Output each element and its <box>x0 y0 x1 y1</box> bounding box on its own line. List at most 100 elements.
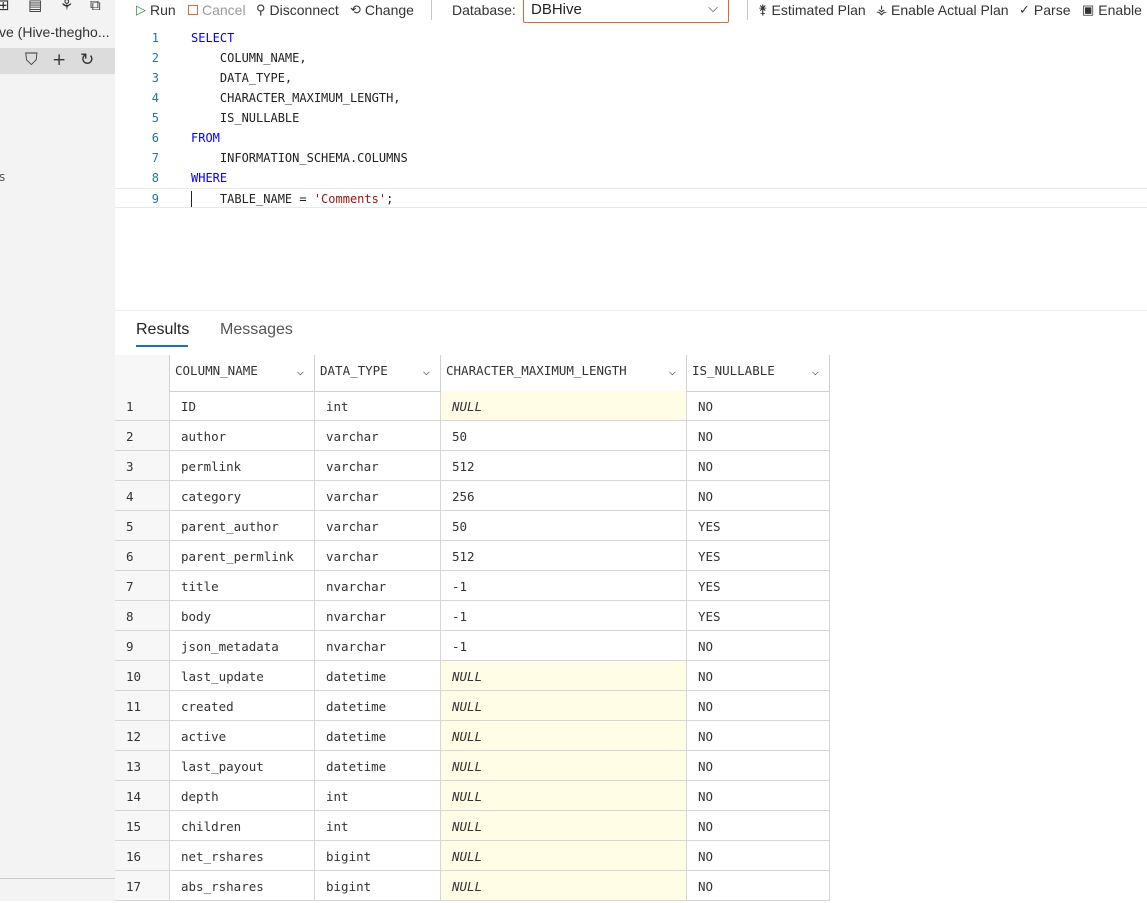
tab-results[interactable]: Results <box>136 321 189 339</box>
row-number-cell[interactable]: 15 <box>115 811 169 841</box>
table-cell[interactable]: -1 <box>440 601 686 631</box>
column-header[interactable]: COLUMN_NAME ⌵ <box>169 355 314 391</box>
table-cell[interactable]: varchar <box>314 451 440 481</box>
chevron-down-icon[interactable]: ⌵ <box>297 355 304 387</box>
row-number-cell[interactable]: 5 <box>115 511 169 541</box>
table-cell[interactable]: NULL <box>440 781 686 811</box>
table-cell[interactable]: json_metadata <box>169 631 314 661</box>
query-editor[interactable]: 1 SELECT 2 COLUMN_NAME, 3 DATA_TYPE, 4 C… <box>115 26 1147 310</box>
cancel-button[interactable]: Cancel <box>188 0 246 20</box>
table-cell[interactable]: NULL <box>440 391 686 421</box>
table-row[interactable]: 7 title nvarchar -1 YES <box>115 571 830 601</box>
chevron-down-icon[interactable]: ⌵ <box>812 355 819 387</box>
enable-button[interactable]: ▣ Enable <box>1082 0 1142 20</box>
table-cell[interactable]: -1 <box>440 631 686 661</box>
code-line[interactable]: 6 FROM <box>115 128 1147 148</box>
table-cell[interactable]: YES <box>686 601 830 631</box>
table-cell[interactable]: varchar <box>314 421 440 451</box>
table-cell[interactable]: 512 <box>440 541 686 571</box>
table-cell[interactable]: NULL <box>440 811 686 841</box>
table-row[interactable]: 12 active datetime NULL NO <box>115 721 830 751</box>
table-row[interactable]: 11 created datetime NULL NO <box>115 691 830 721</box>
row-number-cell[interactable]: 16 <box>115 841 169 871</box>
table-cell[interactable]: NULL <box>440 871 686 901</box>
table-cell[interactable]: NO <box>686 721 830 751</box>
table-row[interactable]: 5 parent_author varchar 50 YES <box>115 511 830 541</box>
table-cell[interactable]: int <box>314 391 440 421</box>
code-line[interactable]: 2 COLUMN_NAME, <box>115 48 1147 68</box>
code-line-current[interactable]: 9 TABLE_NAME = 'Comments'; <box>115 188 1147 208</box>
code-line[interactable]: 7 INFORMATION_SCHEMA.COLUMNS <box>115 148 1147 168</box>
table-cell[interactable]: created <box>169 691 314 721</box>
table-cell[interactable]: nvarchar <box>314 601 440 631</box>
table-cell[interactable]: last_payout <box>169 751 314 781</box>
table-row[interactable]: 17 abs_rshares bigint NULL NO <box>115 871 830 901</box>
table-cell[interactable]: datetime <box>314 691 440 721</box>
column-header[interactable]: IS_NULLABLE ⌵ <box>686 355 830 391</box>
row-number-cell[interactable]: 12 <box>115 721 169 751</box>
table-cell[interactable]: 50 <box>440 511 686 541</box>
table-cell[interactable]: varchar <box>314 541 440 571</box>
table-cell[interactable]: varchar <box>314 481 440 511</box>
table-cell[interactable]: parent_permlink <box>169 541 314 571</box>
table-cell[interactable]: body <box>169 601 314 631</box>
row-number-cell[interactable]: 2 <box>115 421 169 451</box>
code-line[interactable]: 4 CHARACTER_MAXIMUM_LENGTH, <box>115 88 1147 108</box>
table-cell[interactable]: NO <box>686 391 830 421</box>
new-query-icon[interactable]: ⊞ <box>0 0 10 14</box>
database-select[interactable]: DBHive ⌵ <box>523 0 729 23</box>
table-cell[interactable]: -1 <box>440 571 686 601</box>
table-cell[interactable]: NULL <box>440 691 686 721</box>
row-number-cell[interactable]: 14 <box>115 781 169 811</box>
table-cell[interactable]: NO <box>686 841 830 871</box>
table-cell[interactable]: net_rshares <box>169 841 314 871</box>
table-cell[interactable]: bigint <box>314 841 440 871</box>
table-cell[interactable]: children <box>169 811 314 841</box>
table-cell[interactable]: NO <box>686 451 830 481</box>
hierarchy-icon[interactable]: ⚘ <box>60 0 73 14</box>
table-cell[interactable]: NULL <box>440 751 686 781</box>
table-row[interactable]: 15 children int NULL NO <box>115 811 830 841</box>
row-number-cell[interactable]: 7 <box>115 571 169 601</box>
table-cell[interactable]: datetime <box>314 751 440 781</box>
table-cell[interactable]: YES <box>686 541 830 571</box>
table-cell[interactable]: active <box>169 721 314 751</box>
table-row[interactable]: 10 last_update datetime NULL NO <box>115 661 830 691</box>
table-cell[interactable]: NULL <box>440 721 686 751</box>
table-cell[interactable]: NO <box>686 871 830 901</box>
table-cell[interactable]: 50 <box>440 421 686 451</box>
refresh-icon[interactable]: ↻ <box>80 50 94 70</box>
row-number-cell[interactable]: 13 <box>115 751 169 781</box>
row-number-cell[interactable]: 11 <box>115 691 169 721</box>
table-row[interactable]: 3 permlink varchar 512 NO <box>115 451 830 481</box>
row-number-cell[interactable]: 6 <box>115 541 169 571</box>
table-cell[interactable]: YES <box>686 511 830 541</box>
table-cell[interactable]: NO <box>686 421 830 451</box>
table-cell[interactable]: NO <box>686 811 830 841</box>
table-cell[interactable]: title <box>169 571 314 601</box>
table-cell[interactable]: last_update <box>169 661 314 691</box>
tab-messages[interactable]: Messages <box>220 321 293 339</box>
table-row[interactable]: 8 body nvarchar -1 YES <box>115 601 830 631</box>
table-cell[interactable]: abs_rshares <box>169 871 314 901</box>
table-row[interactable]: 16 net_rshares bigint NULL NO <box>115 841 830 871</box>
table-cell[interactable]: bigint <box>314 871 440 901</box>
table-row[interactable]: 9 json_metadata nvarchar -1 NO <box>115 631 830 661</box>
table-cell[interactable]: ID <box>169 391 314 421</box>
table-cell[interactable]: varchar <box>314 511 440 541</box>
table-cell[interactable]: author <box>169 421 314 451</box>
table-row[interactable]: 1 ID int NULL NO <box>115 391 830 421</box>
table-cell[interactable]: 256 <box>440 481 686 511</box>
enable-actual-plan-button[interactable]: ⚶ Enable Actual Plan <box>876 0 1009 20</box>
table-cell[interactable]: datetime <box>314 661 440 691</box>
row-number-cell[interactable]: 4 <box>115 481 169 511</box>
table-cell[interactable]: nvarchar <box>314 571 440 601</box>
table-cell[interactable]: NO <box>686 751 830 781</box>
code-line[interactable]: 8 WHERE <box>115 168 1147 188</box>
table-cell[interactable]: category <box>169 481 314 511</box>
table-cell[interactable]: NULL <box>440 661 686 691</box>
table-cell[interactable]: NO <box>686 781 830 811</box>
code-line[interactable]: 3 DATA_TYPE, <box>115 68 1147 88</box>
table-row[interactable]: 6 parent_permlink varchar 512 YES <box>115 541 830 571</box>
table-cell[interactable]: permlink <box>169 451 314 481</box>
